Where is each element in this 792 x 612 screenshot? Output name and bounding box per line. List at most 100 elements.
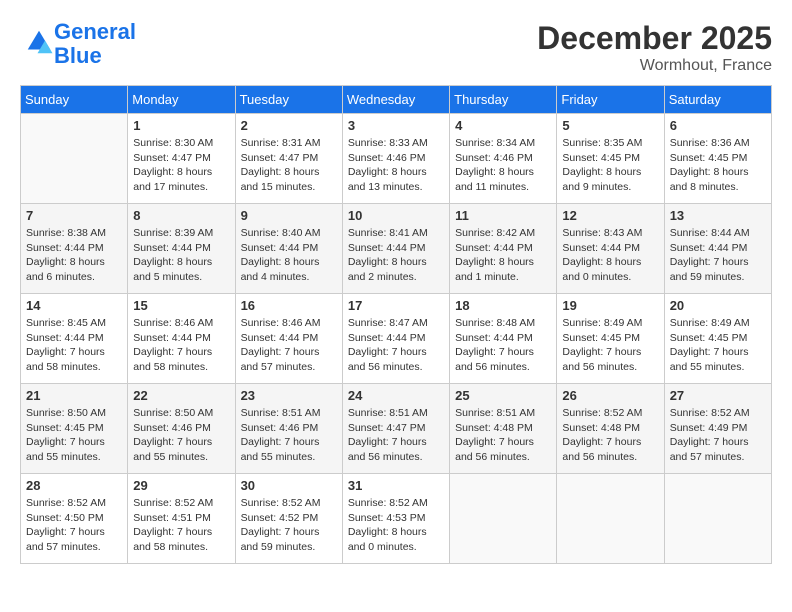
day-info: Sunrise: 8:51 AM Sunset: 4:48 PM Dayligh… bbox=[455, 406, 551, 465]
calendar-cell: 20 Sunrise: 8:49 AM Sunset: 4:45 PM Dayli… bbox=[664, 294, 771, 384]
day-number: 6 bbox=[670, 118, 766, 133]
day-number: 8 bbox=[133, 208, 229, 223]
calendar-cell: 21 Sunrise: 8:50 AM Sunset: 4:45 PM Dayli… bbox=[21, 384, 128, 474]
page-header: General Blue December 2025 Wormhout, Fra… bbox=[20, 20, 772, 75]
day-number: 21 bbox=[26, 388, 122, 403]
day-info: Sunrise: 8:52 AM Sunset: 4:51 PM Dayligh… bbox=[133, 496, 229, 555]
day-info: Sunrise: 8:49 AM Sunset: 4:45 PM Dayligh… bbox=[670, 316, 766, 375]
logo: General Blue bbox=[20, 20, 136, 68]
day-number: 17 bbox=[348, 298, 444, 313]
day-info: Sunrise: 8:52 AM Sunset: 4:52 PM Dayligh… bbox=[241, 496, 337, 555]
calendar-cell bbox=[450, 474, 557, 564]
calendar-cell: 12Sunrise: 8:43 AM Sunset: 4:44 PM Dayli… bbox=[557, 204, 664, 294]
calendar-week-3: 14Sunrise: 8:45 AM Sunset: 4:44 PM Dayli… bbox=[21, 294, 772, 384]
day-number: 31 bbox=[348, 478, 444, 493]
day-number: 20 bbox=[670, 298, 766, 313]
day-number: 29 bbox=[133, 478, 229, 493]
calendar-cell: 19 Sunrise: 8:49 AM Sunset: 4:45 PM Dayli… bbox=[557, 294, 664, 384]
calendar-cell: 31 Sunrise: 8:52 AM Sunset: 4:53 PM Dayli… bbox=[342, 474, 449, 564]
logo-text: General Blue bbox=[54, 20, 136, 68]
calendar-cell: 15 Sunrise: 8:46 AM Sunset: 4:44 PM Dayli… bbox=[128, 294, 235, 384]
calendar-cell: 27Sunrise: 8:52 AM Sunset: 4:49 PM Dayli… bbox=[664, 384, 771, 474]
calendar-header-tuesday: Tuesday bbox=[235, 86, 342, 114]
month-title: December 2025 bbox=[537, 20, 772, 57]
calendar-cell: 30 Sunrise: 8:52 AM Sunset: 4:52 PM Dayli… bbox=[235, 474, 342, 564]
day-number: 16 bbox=[241, 298, 337, 313]
calendar-header-monday: Monday bbox=[128, 86, 235, 114]
day-number: 1 bbox=[133, 118, 229, 133]
day-info: Sunrise: 8:48 AM Sunset: 4:44 PM Dayligh… bbox=[455, 316, 551, 375]
calendar-cell: 17Sunrise: 8:47 AM Sunset: 4:44 PM Dayli… bbox=[342, 294, 449, 384]
day-info: Sunrise: 8:52 AM Sunset: 4:49 PM Dayligh… bbox=[670, 406, 766, 465]
calendar-cell bbox=[664, 474, 771, 564]
calendar-cell: 22 Sunrise: 8:50 AM Sunset: 4:46 PM Dayli… bbox=[128, 384, 235, 474]
day-info: Sunrise: 8:36 AM Sunset: 4:45 PM Dayligh… bbox=[670, 136, 766, 195]
day-info: Sunrise: 8:40 AM Sunset: 4:44 PM Dayligh… bbox=[241, 226, 337, 285]
calendar-cell: 3 Sunrise: 8:33 AM Sunset: 4:46 PM Daylig… bbox=[342, 114, 449, 204]
day-info: Sunrise: 8:39 AM Sunset: 4:44 PM Dayligh… bbox=[133, 226, 229, 285]
calendar-cell: 28 Sunrise: 8:52 AM Sunset: 4:50 PM Dayli… bbox=[21, 474, 128, 564]
day-info: Sunrise: 8:49 AM Sunset: 4:45 PM Dayligh… bbox=[562, 316, 658, 375]
day-info: Sunrise: 8:38 AM Sunset: 4:44 PM Dayligh… bbox=[26, 226, 122, 285]
day-info: Sunrise: 8:30 AM Sunset: 4:47 PM Dayligh… bbox=[133, 136, 229, 195]
calendar-cell: 6 Sunrise: 8:36 AM Sunset: 4:45 PM Daylig… bbox=[664, 114, 771, 204]
calendar-cell: 4Sunrise: 8:34 AM Sunset: 4:46 PM Daylig… bbox=[450, 114, 557, 204]
day-number: 3 bbox=[348, 118, 444, 133]
day-info: Sunrise: 8:43 AM Sunset: 4:44 PM Dayligh… bbox=[562, 226, 658, 285]
calendar-cell: 24 Sunrise: 8:51 AM Sunset: 4:47 PM Dayli… bbox=[342, 384, 449, 474]
logo-icon bbox=[24, 27, 54, 57]
day-info: Sunrise: 8:41 AM Sunset: 4:44 PM Dayligh… bbox=[348, 226, 444, 285]
day-info: Sunrise: 8:52 AM Sunset: 4:48 PM Dayligh… bbox=[562, 406, 658, 465]
calendar-cell: 8 Sunrise: 8:39 AM Sunset: 4:44 PM Daylig… bbox=[128, 204, 235, 294]
calendar-cell: 11 Sunrise: 8:42 AM Sunset: 4:44 PM Dayli… bbox=[450, 204, 557, 294]
day-number: 26 bbox=[562, 388, 658, 403]
day-info: Sunrise: 8:46 AM Sunset: 4:44 PM Dayligh… bbox=[133, 316, 229, 375]
day-info: Sunrise: 8:50 AM Sunset: 4:46 PM Dayligh… bbox=[133, 406, 229, 465]
day-info: Sunrise: 8:31 AM Sunset: 4:47 PM Dayligh… bbox=[241, 136, 337, 195]
calendar-cell bbox=[557, 474, 664, 564]
calendar-cell: 7 Sunrise: 8:38 AM Sunset: 4:44 PM Daylig… bbox=[21, 204, 128, 294]
calendar-cell: 10Sunrise: 8:41 AM Sunset: 4:44 PM Dayli… bbox=[342, 204, 449, 294]
calendar-cell: 29 Sunrise: 8:52 AM Sunset: 4:51 PM Dayli… bbox=[128, 474, 235, 564]
day-info: Sunrise: 8:35 AM Sunset: 4:45 PM Dayligh… bbox=[562, 136, 658, 195]
calendar-header-sunday: Sunday bbox=[21, 86, 128, 114]
calendar-cell bbox=[21, 114, 128, 204]
day-info: Sunrise: 8:51 AM Sunset: 4:47 PM Dayligh… bbox=[348, 406, 444, 465]
day-number: 7 bbox=[26, 208, 122, 223]
calendar-cell: 5Sunrise: 8:35 AM Sunset: 4:45 PM Daylig… bbox=[557, 114, 664, 204]
calendar-cell: 9Sunrise: 8:40 AM Sunset: 4:44 PM Daylig… bbox=[235, 204, 342, 294]
day-number: 4 bbox=[455, 118, 551, 133]
calendar-header-thursday: Thursday bbox=[450, 86, 557, 114]
calendar-cell: 14Sunrise: 8:45 AM Sunset: 4:44 PM Dayli… bbox=[21, 294, 128, 384]
calendar-cell: 13Sunrise: 8:44 AM Sunset: 4:44 PM Dayli… bbox=[664, 204, 771, 294]
title-block: December 2025 Wormhout, France bbox=[537, 20, 772, 75]
day-number: 24 bbox=[348, 388, 444, 403]
calendar-table: SundayMondayTuesdayWednesdayThursdayFrid… bbox=[20, 85, 772, 564]
calendar-week-5: 28 Sunrise: 8:52 AM Sunset: 4:50 PM Dayli… bbox=[21, 474, 772, 564]
day-number: 30 bbox=[241, 478, 337, 493]
day-number: 11 bbox=[455, 208, 551, 223]
day-info: Sunrise: 8:51 AM Sunset: 4:46 PM Dayligh… bbox=[241, 406, 337, 465]
day-number: 19 bbox=[562, 298, 658, 313]
day-info: Sunrise: 8:33 AM Sunset: 4:46 PM Dayligh… bbox=[348, 136, 444, 195]
calendar-header-row: SundayMondayTuesdayWednesdayThursdayFrid… bbox=[21, 86, 772, 114]
day-number: 25 bbox=[455, 388, 551, 403]
calendar-cell: 23 Sunrise: 8:51 AM Sunset: 4:46 PM Dayli… bbox=[235, 384, 342, 474]
day-number: 22 bbox=[133, 388, 229, 403]
day-number: 2 bbox=[241, 118, 337, 133]
day-info: Sunrise: 8:42 AM Sunset: 4:44 PM Dayligh… bbox=[455, 226, 551, 285]
day-info: Sunrise: 8:52 AM Sunset: 4:53 PM Dayligh… bbox=[348, 496, 444, 555]
calendar-cell: 16Sunrise: 8:46 AM Sunset: 4:44 PM Dayli… bbox=[235, 294, 342, 384]
calendar-cell: 25 Sunrise: 8:51 AM Sunset: 4:48 PM Dayli… bbox=[450, 384, 557, 474]
day-info: Sunrise: 8:52 AM Sunset: 4:50 PM Dayligh… bbox=[26, 496, 122, 555]
day-number: 28 bbox=[26, 478, 122, 493]
calendar-week-4: 21 Sunrise: 8:50 AM Sunset: 4:45 PM Dayli… bbox=[21, 384, 772, 474]
calendar-week-2: 7 Sunrise: 8:38 AM Sunset: 4:44 PM Daylig… bbox=[21, 204, 772, 294]
location: Wormhout, France bbox=[537, 57, 772, 75]
day-number: 23 bbox=[241, 388, 337, 403]
day-number: 14 bbox=[26, 298, 122, 313]
calendar-header-saturday: Saturday bbox=[664, 86, 771, 114]
day-number: 15 bbox=[133, 298, 229, 313]
day-info: Sunrise: 8:50 AM Sunset: 4:45 PM Dayligh… bbox=[26, 406, 122, 465]
calendar-cell: 1 Sunrise: 8:30 AM Sunset: 4:47 PM Daylig… bbox=[128, 114, 235, 204]
